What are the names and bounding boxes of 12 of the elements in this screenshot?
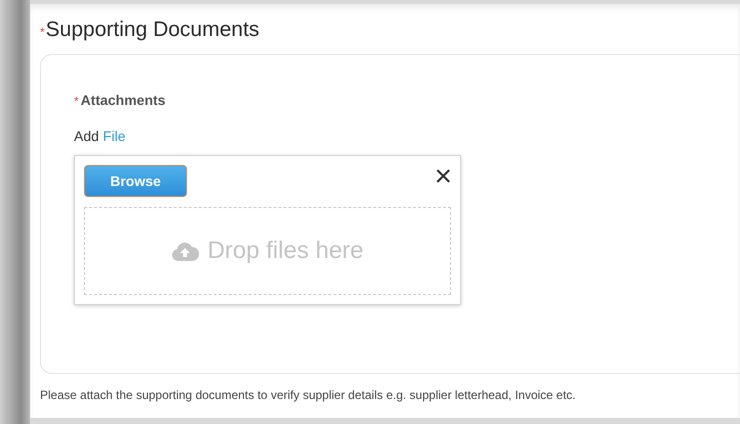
required-mark: * — [40, 24, 45, 41]
dropzone[interactable]: Drop files here — [84, 207, 451, 295]
cloud-upload-icon — [171, 241, 200, 261]
browse-button[interactable]: Browse — [84, 165, 187, 197]
file-link[interactable]: File — [102, 126, 126, 147]
close-button[interactable]: × — [434, 165, 452, 189]
add-label: Add — [74, 127, 99, 146]
dropzone-text: Drop files here — [207, 236, 364, 266]
attachments-label: Attachments — [80, 91, 166, 110]
required-mark: * — [74, 93, 79, 110]
help-text: Please attach the supporting documents to verify supplier details e.g. supplier letterhead, Invoice etc. — [40, 387, 577, 404]
section-title: Supporting Documents — [46, 17, 260, 43]
